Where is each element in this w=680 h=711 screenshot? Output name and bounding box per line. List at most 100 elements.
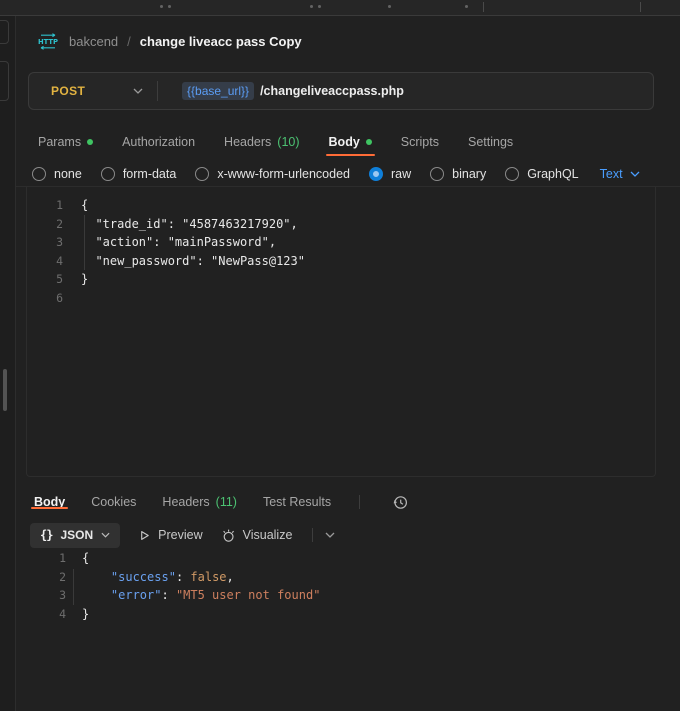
chevron-down-icon	[325, 532, 335, 538]
radio-raw[interactable]: raw	[369, 167, 411, 181]
tab-ellipsis-dot	[310, 5, 313, 8]
url-path: /changeliveaccpass.php	[260, 84, 404, 98]
url-input[interactable]: {{base_url}} /changeliveaccpass.php	[158, 82, 404, 100]
code-text: }	[82, 605, 89, 624]
tab-ellipsis-dot	[318, 5, 321, 8]
braces-icon: {}	[40, 528, 52, 542]
radio-x-www-form-urlencoded[interactable]: x-www-form-urlencoded	[195, 167, 350, 181]
line-number: 4	[27, 252, 63, 271]
method-label: POST	[51, 84, 85, 98]
tab-scripts[interactable]: Scripts	[401, 127, 439, 156]
code-line: 3 "error": "MT5 user not found"	[26, 586, 656, 605]
code-text: "error": "MT5 user not found"	[82, 586, 320, 605]
response-tabs-row: Body Cookies Headers (11) Test Results	[16, 488, 680, 516]
response-format-label: JSON	[60, 528, 93, 542]
history-clock-icon	[392, 494, 409, 511]
tab-label: Authorization	[122, 135, 195, 149]
tab-label: Params	[38, 135, 81, 149]
code-token: ,	[227, 570, 234, 584]
radio-none[interactable]: none	[32, 167, 82, 181]
response-tabs: Body Cookies Headers (11) Test Results	[34, 488, 331, 516]
toolbar-divider	[312, 528, 313, 542]
left-sidebar-rail	[0, 16, 16, 711]
base-url-variable-chip[interactable]: {{base_url}}	[182, 82, 254, 100]
breadcrumb: HTTP bakcend / change liveacc pass Copy	[36, 30, 302, 52]
workspace-tabbar	[0, 0, 680, 16]
tab-cookies[interactable]: Cookies	[91, 495, 136, 509]
radio-label: binary	[452, 167, 486, 181]
code-token	[82, 588, 111, 602]
radio-circle	[195, 167, 209, 181]
code-token: "success"	[111, 570, 176, 584]
sidebar-ghost-button	[0, 20, 9, 44]
visualize-magic-icon	[221, 528, 236, 543]
tab-params[interactable]: Params	[38, 127, 93, 156]
tab-ellipsis-dot	[388, 5, 391, 8]
request-panel: HTTP bakcend / change liveacc pass Copy …	[16, 15, 680, 711]
tab-headers[interactable]: Headers(10)	[224, 127, 299, 156]
response-actions-dropdown[interactable]	[325, 532, 335, 538]
code-line: 2 "trade_id": "4587463217920",	[27, 215, 655, 234]
code-text: }	[81, 270, 88, 289]
active-tab-indicator	[326, 154, 375, 156]
indent-guide	[84, 215, 85, 270]
request-body-editor[interactable]: 1{2 "trade_id": "4587463217920",3 "actio…	[26, 187, 656, 477]
tab-body[interactable]: Body	[34, 495, 65, 509]
code-line: 6	[27, 289, 655, 308]
tab-separator	[483, 2, 484, 12]
body-type-radio-group: none form-data x-www-form-urlencoded raw bin…	[32, 167, 579, 181]
tab-label: Headers	[162, 495, 209, 509]
tab-label: Cookies	[91, 495, 136, 509]
code-token: {	[82, 551, 89, 565]
breadcrumb-separator: /	[127, 34, 131, 49]
http-icon-label: HTTP	[38, 38, 58, 46]
tab-count-badge: (10)	[277, 135, 299, 149]
tab-headers[interactable]: Headers (11)	[162, 495, 237, 509]
request-tabs: Params Authorization Headers(10) Body Script…	[16, 127, 680, 156]
radio-graphql[interactable]: GraphQL	[505, 167, 578, 181]
tab-test-results[interactable]: Test Results	[263, 495, 331, 509]
radio-circle	[101, 167, 115, 181]
radio-form-data[interactable]: form-data	[101, 167, 177, 181]
scrollbar-thumb[interactable]	[3, 369, 7, 411]
response-history-button[interactable]	[392, 494, 409, 511]
tab-count-badge: (11)	[216, 495, 237, 509]
code-token: }	[82, 607, 89, 621]
code-token: :	[176, 570, 190, 584]
tab-authorization[interactable]: Authorization	[122, 127, 195, 156]
tab-ellipsis-dot	[160, 5, 163, 8]
code-token: }	[81, 272, 88, 286]
radio-label: raw	[391, 167, 411, 181]
tab-ellipsis-dot	[465, 5, 468, 8]
code-text: {	[82, 549, 89, 568]
line-number: 6	[27, 289, 63, 308]
chevron-down-icon	[133, 88, 143, 94]
code-line: 5}	[27, 270, 655, 289]
raw-language-selector[interactable]: Text	[600, 167, 640, 181]
radio-circle	[430, 167, 444, 181]
visualize-button[interactable]: Visualize	[221, 528, 293, 543]
radio-binary[interactable]: binary	[430, 167, 486, 181]
code-text: "action": "mainPassword",	[81, 233, 276, 252]
line-number: 4	[26, 605, 66, 624]
breadcrumb-collection[interactable]: bakcend	[69, 34, 118, 49]
code-text: {	[81, 196, 88, 215]
line-number: 2	[27, 215, 63, 234]
green-status-dot	[87, 139, 93, 145]
radio-circle	[505, 167, 519, 181]
response-tabs-divider	[359, 495, 360, 509]
response-format-dropdown[interactable]: {} JSON	[30, 523, 120, 548]
app-window: HTTP bakcend / change liveacc pass Copy …	[0, 0, 680, 711]
breadcrumb-request-name[interactable]: change liveacc pass Copy	[140, 34, 302, 49]
code-line: 1{	[26, 549, 656, 568]
tab-settings[interactable]: Settings	[468, 127, 513, 156]
code-line: 3 "action": "mainPassword",	[27, 233, 655, 252]
preview-button[interactable]: Preview	[138, 528, 202, 542]
method-selector[interactable]: POST	[29, 84, 157, 98]
line-number: 3	[27, 233, 63, 252]
response-toolbar: {} JSON Preview Visualize	[16, 522, 680, 548]
code-text: "success": false,	[82, 568, 234, 587]
tab-body[interactable]: Body	[329, 127, 372, 156]
response-body-viewer[interactable]: 1{2 "success": false,3 "error": "MT5 use…	[26, 549, 656, 711]
code-line: 4}	[26, 605, 656, 624]
